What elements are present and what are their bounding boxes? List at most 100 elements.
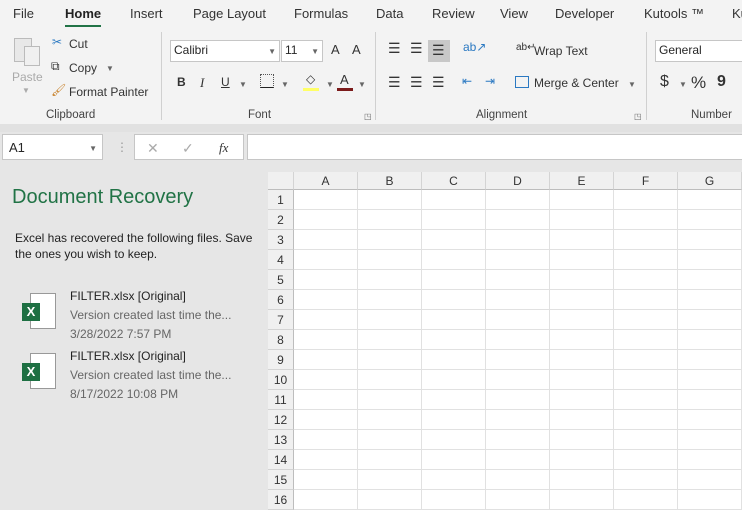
recovered-file-item[interactable]: X FILTER.xlsx [Original] Version created… (20, 349, 260, 405)
fill-color-icon[interactable]: ◇ (306, 72, 315, 86)
format-painter-button[interactable]: Format Painter (69, 85, 148, 99)
row-header[interactable]: 3 (268, 230, 294, 250)
gridline (294, 289, 742, 290)
bold-button[interactable]: B (177, 75, 186, 89)
gridline (294, 269, 742, 270)
column-header[interactable]: F (614, 172, 678, 190)
merge-center-button[interactable]: Merge & Center (534, 76, 619, 90)
underline-button[interactable]: U (221, 75, 230, 89)
row-header[interactable]: 16 (268, 490, 294, 510)
column-header[interactable]: C (422, 172, 486, 190)
alignment-group-label: Alignment (476, 109, 528, 121)
shrink-font-button[interactable]: A (352, 42, 361, 57)
row-header[interactable]: 1 (268, 190, 294, 210)
row-header[interactable]: 4 (268, 250, 294, 270)
align-left-button[interactable]: ☰ (388, 74, 401, 91)
number-format-value: General (659, 43, 702, 57)
percent-button[interactable]: % (691, 73, 706, 93)
recovered-file-item[interactable]: X FILTER.xlsx [Original] Version created… (20, 289, 260, 345)
align-right-button[interactable]: ☰ (432, 74, 445, 91)
wrap-text-icon: ab↵ (516, 42, 536, 53)
row-header[interactable]: 5 (268, 270, 294, 290)
align-middle-button[interactable]: ☰ (410, 40, 423, 57)
gridline (613, 190, 614, 510)
copy-dropdown[interactable]: ▼ (106, 64, 114, 73)
worksheet-grid[interactable]: A B C D E F G 1 2 3 4 5 6 7 8 9 10 11 12 13 14 15 16 (268, 172, 742, 510)
italic-button[interactable]: I (200, 75, 204, 91)
row-header[interactable]: 15 (268, 470, 294, 490)
formula-bar: A1 ▼ ⋮ ✕ ✓ fx (0, 132, 742, 162)
file-timestamp: 8/17/2022 10:08 PM (70, 387, 179, 401)
enter-icon[interactable]: ✓ (182, 140, 194, 157)
tab-data[interactable]: Data (376, 6, 403, 21)
tab-home[interactable]: Home (65, 6, 102, 27)
row-header[interactable]: 7 (268, 310, 294, 330)
scissors-icon: ✂ (52, 35, 63, 49)
gridline (294, 489, 742, 490)
font-size-select[interactable]: 11 ▼ (281, 40, 323, 62)
grow-font-button[interactable]: A (331, 42, 340, 57)
ribbon: Paste ▼ ✂ Cut ⧉ Copy ▼ 🖌 Format Painter … (0, 30, 742, 124)
currency-button[interactable]: $ (660, 73, 669, 91)
formula-input[interactable] (247, 134, 742, 160)
orientation-icon[interactable]: ab↗ (463, 40, 486, 54)
tab-page-layout[interactable]: Page Layout (193, 6, 266, 21)
gridline (294, 249, 742, 250)
row-header[interactable]: 11 (268, 390, 294, 410)
tab-insert[interactable]: Insert (130, 6, 163, 21)
comma-button[interactable]: 9 (717, 73, 726, 91)
gridline (294, 409, 742, 410)
insert-function-icon[interactable]: fx (219, 140, 228, 156)
cancel-icon[interactable]: ✕ (147, 140, 159, 157)
copy-button[interactable]: Copy (69, 61, 97, 75)
underline-dropdown[interactable]: ▼ (239, 80, 247, 89)
tab-developer[interactable]: Developer (555, 6, 614, 21)
row-header[interactable]: 8 (268, 330, 294, 350)
row-header[interactable]: 9 (268, 350, 294, 370)
tab-file[interactable]: File (13, 6, 34, 21)
tab-review[interactable]: Review (432, 6, 475, 21)
font-name-select[interactable]: Calibri ▼ (170, 40, 280, 62)
select-all-corner[interactable] (268, 172, 294, 190)
row-header[interactable]: 10 (268, 370, 294, 390)
align-top-button[interactable]: ☰ (388, 40, 401, 57)
gridline (294, 309, 742, 310)
borders-icon[interactable] (260, 74, 274, 88)
font-color-button[interactable]: A (340, 72, 349, 87)
decrease-indent-icon[interactable]: ⇤ (462, 74, 472, 88)
column-header[interactable]: D (486, 172, 550, 190)
align-center-button[interactable]: ☰ (410, 74, 423, 91)
paste-button[interactable]: Paste (12, 70, 43, 84)
merge-icon (515, 76, 529, 88)
wrap-text-button[interactable]: Wrap Text (534, 44, 588, 58)
row-header[interactable]: 6 (268, 290, 294, 310)
gridline (294, 429, 742, 430)
column-header[interactable]: B (358, 172, 422, 190)
tab-formulas[interactable]: Formulas (294, 6, 348, 21)
gridline (549, 190, 550, 510)
row-header[interactable]: 14 (268, 450, 294, 470)
name-box[interactable]: A1 ▼ (2, 134, 103, 160)
column-header[interactable]: G (678, 172, 742, 190)
tab-kutools[interactable]: Kutools ™ (644, 6, 704, 21)
row-header[interactable]: 12 (268, 410, 294, 430)
tab-view[interactable]: View (500, 6, 528, 21)
gridline (485, 190, 486, 510)
paste-icon[interactable] (12, 36, 42, 68)
align-bottom-button[interactable]: ☰ (432, 42, 445, 59)
ribbon-shadow (0, 124, 742, 132)
cut-button[interactable]: Cut (69, 37, 88, 51)
file-timestamp: 3/28/2022 7:57 PM (70, 327, 172, 341)
increase-indent-icon[interactable]: ⇥ (485, 74, 495, 88)
tab-kutools-plus[interactable]: Ku (732, 6, 742, 21)
row-header[interactable]: 13 (268, 430, 294, 450)
row-header[interactable]: 2 (268, 210, 294, 230)
column-header[interactable]: A (294, 172, 358, 190)
column-header[interactable]: E (550, 172, 614, 190)
formula-buttons: ✕ ✓ fx (134, 134, 244, 160)
gridline (294, 209, 742, 210)
number-format-select[interactable]: General (655, 40, 742, 62)
font-size-value: 11 (285, 43, 298, 57)
recovery-description: Excel has recovered the following files.… (15, 231, 253, 261)
font-group-label: Font (248, 109, 272, 121)
